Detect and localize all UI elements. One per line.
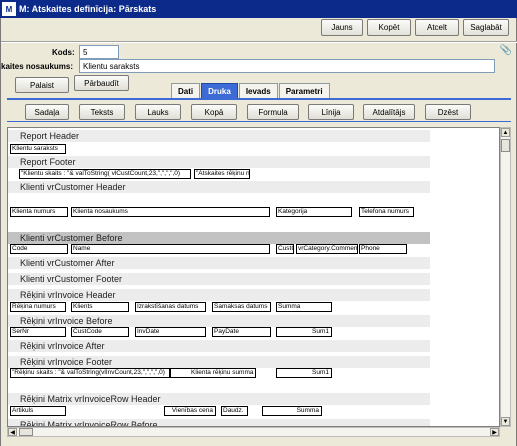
header-customer-name[interactable]: Klienta nosaukums [71,207,270,217]
band-customer-header[interactable]: Klienti vrCustomer Header [8,181,430,193]
field-invdate[interactable]: InvDate [135,327,206,337]
attachment-icon[interactable]: 📎 [500,45,512,56]
report-design-canvas[interactable]: Report Header Klientu saraksts Report Fo… [7,127,500,427]
insert-separator-button[interactable]: Atdalītājs [363,104,415,120]
field-sernr[interactable]: SerNr [10,327,66,337]
band-invoicerow-header[interactable]: Rēķini Matrix vrInvoiceRow Header [8,393,430,405]
header-row-sum[interactable]: Summa [262,406,322,416]
window-body: Jauns Kopēt Atcelt Saglabāt Kods: 📎 kait… [0,18,517,446]
band-invoicerow-before[interactable]: Rēķini Matrix vrInvoiceRow Before [8,419,430,426]
band-invoice-before[interactable]: Rēķini vrInvoice Before [8,315,430,327]
field-phone[interactable]: Phone [359,244,407,254]
header-client[interactable]: Klients [71,302,129,312]
invoice-count-formula[interactable]: "Rēķinu skaits : "& valToString(vlInvCou… [10,368,170,378]
header-issue-date[interactable]: Izrakstīšanas datums [135,302,206,312]
vertical-scroll-thumb[interactable] [501,139,510,152]
tab-parametri[interactable]: Parametri [278,83,330,98]
header-customer-number[interactable]: Klienta numurs [10,207,68,217]
band-customer-before[interactable]: Klienti vrCustomer Before [8,232,430,244]
tab-dati[interactable]: Dati [171,83,201,98]
insert-total-button[interactable]: Kopā [191,104,237,120]
field-custcode[interactable]: CustCode [71,327,129,337]
scroll-right-arrow-icon[interactable]: ▶ [490,428,499,436]
field-category-comment[interactable]: vrCategory.Comment [296,244,358,254]
header-item[interactable]: Artikuls [10,406,66,416]
header-phone[interactable]: Telefona numurs [359,207,414,217]
check-button[interactable]: Pārbaudīt [74,75,129,91]
scroll-down-arrow-icon[interactable]: ▼ [501,417,510,426]
copy-button[interactable]: Kopēt [367,19,411,36]
invoice-total-formula[interactable]: "Atskaites rēķinu nauda : "& valToString… [194,169,250,179]
report-name-label: kaites nosaukums: [1,62,74,71]
tab-ievads[interactable]: Ievads [238,83,278,98]
report-title-field[interactable]: Klientu saraksts [10,144,66,154]
insert-field-button[interactable]: Lauks [135,104,181,120]
scroll-up-arrow-icon[interactable]: ▲ [501,128,510,137]
insert-section-button[interactable]: Sadaļa [25,104,69,120]
field-paydate[interactable]: PayDate [212,327,271,337]
header-payment-date[interactable]: Samaksas datums [212,302,271,312]
header-sum[interactable]: Summa [276,302,332,312]
band-invoice-footer[interactable]: Rēķini vrInvoice Footer [8,356,430,368]
band-invoice-header[interactable]: Rēķini vrInvoice Header [8,289,430,301]
band-report-header[interactable]: Report Header [8,130,430,142]
field-code[interactable]: Code [10,244,68,254]
vertical-scrollbar[interactable]: ▲ ▼ [500,127,511,427]
footer-sum1[interactable]: Sum1 [276,368,332,378]
insert-line-button[interactable]: Līnija [308,104,354,120]
tab-druka[interactable]: Druka [201,83,238,98]
title-bar: M M: Atskaites definīcija: Pārskats [0,0,517,18]
band-invoice-after[interactable]: Rēķini vrInvoice After [8,340,430,352]
header-category[interactable]: Kategorija [276,207,352,217]
run-button[interactable]: Palaist [15,77,69,93]
band-report-footer[interactable]: Report Footer [8,156,430,168]
delete-button[interactable]: Dzēst [425,104,471,120]
window-title: M: Atskaites definīcija: Pārskats [19,4,157,14]
code-field[interactable] [79,45,119,59]
save-button[interactable]: Saglabāt [463,19,509,36]
scroll-left-arrow-icon[interactable]: ◀ [8,428,17,436]
header-quantity[interactable]: Daudz. [221,406,248,416]
cancel-button[interactable]: Atcelt [415,19,459,36]
band-customer-footer[interactable]: Klienti vrCustomer Footer [8,273,430,285]
band-customer-after[interactable]: Klienti vrCustomer After [8,257,430,269]
scroll-corner [500,427,511,437]
tab-underline [7,98,511,100]
app-icon: M [2,2,16,16]
header-invoice-number[interactable]: Rēķina numurs [10,302,66,312]
tab-bar: Dati Druka Ievads Parametri [171,83,331,98]
customer-count-formula[interactable]: "Klientu skaits : "& valToString( vlCust… [19,169,191,179]
insert-text-button[interactable]: Teksts [79,104,125,120]
new-button[interactable]: Jauns [321,19,363,36]
toolbar-underline [7,121,511,122]
customer-invoice-sum-label[interactable]: Klienta rēķinu summa [170,368,256,378]
field-name[interactable]: Name [71,244,270,254]
header-unit-price[interactable]: Vienības cena [164,406,216,416]
field-cust-cat[interactable]: CustCat [276,244,294,254]
code-label: Kods: [52,48,75,57]
report-name-field[interactable] [79,59,495,73]
field-sum1[interactable]: Sum1 [276,327,332,337]
insert-formula-button[interactable]: Formula [247,104,299,120]
horizontal-scroll-thumb[interactable] [19,428,33,436]
horizontal-scrollbar[interactable]: ◀ ▶ [7,427,500,437]
toolbar-separator [1,41,517,43]
